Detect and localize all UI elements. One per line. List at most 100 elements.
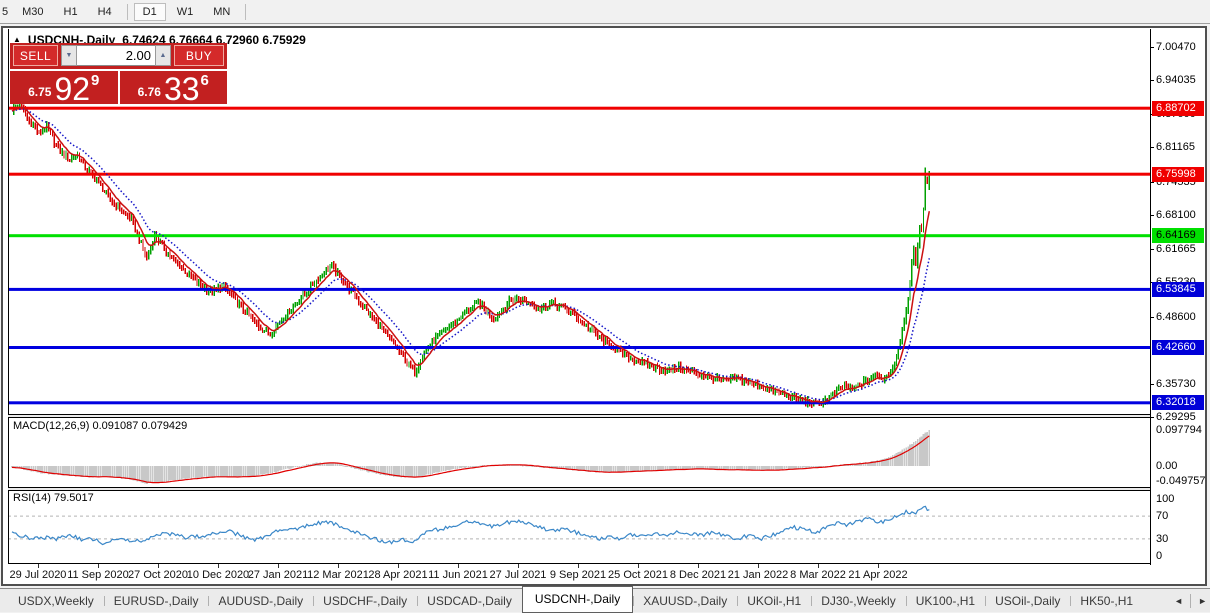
volume-decrease-button[interactable]: ▼: [61, 45, 77, 66]
tab-usdchf-daily[interactable]: USDCHF-,Daily: [313, 591, 417, 611]
sell-price-pips: 92: [54, 76, 90, 102]
price-axis-tickmark: [1150, 215, 1154, 216]
price-axis-tick-label: 6.35730: [1156, 377, 1196, 391]
price-axis-line: [1150, 29, 1151, 565]
rsi-axis-0: 0: [1156, 549, 1162, 563]
tab-scroll-separator: [1190, 594, 1191, 608]
tab-eurusd-daily[interactable]: EURUSD-,Daily: [104, 591, 209, 611]
date-axis-tickmark: [518, 564, 519, 568]
buy-price-pips: 33: [164, 76, 200, 102]
price-axis-tickmark: [1150, 384, 1154, 385]
trade-controls-row: SELL ▼ ▲ BUY: [13, 45, 224, 66]
price-axis-tickmark: [1150, 249, 1154, 250]
date-axis-label: 21 Apr 2022: [836, 569, 920, 581]
chart-tab-bar: USDX,WeeklyEURUSD-,DailyAUDUSD-,DailyUSD…: [0, 588, 1210, 612]
chart-canvas[interactable]: [8, 29, 1150, 565]
tab-uk100-h1[interactable]: UK100-,H1: [906, 591, 985, 611]
date-axis-tickmark: [338, 564, 339, 568]
date-axis-tickmark: [578, 564, 579, 568]
price-axis-tickmark: [1150, 80, 1154, 81]
tab-scroll-left-icon[interactable]: ◄: [1174, 596, 1183, 606]
toolbar-item-w1[interactable]: W1: [168, 3, 203, 21]
date-axis-tickmark: [278, 564, 279, 568]
rsi-panel-top-line: [8, 490, 1150, 491]
price-axis-tickmark: [1150, 47, 1154, 48]
rsi-axis-30: 30: [1156, 532, 1168, 546]
date-axis-tickmark: [698, 564, 699, 568]
tab-hk50-h1[interactable]: HK50-,H1: [1070, 591, 1143, 611]
rsi-panel-bottom-line: [8, 563, 1150, 564]
price-axis-tick-label: 6.94035: [1156, 73, 1196, 87]
price-axis-tickmark: [1150, 417, 1154, 418]
toolbar-item-5[interactable]: 5: [1, 3, 11, 21]
date-axis-tickmark: [38, 564, 39, 568]
tab-usdcad-daily[interactable]: USDCAD-,Daily: [417, 591, 522, 611]
toolbar-item-mn[interactable]: MN: [204, 3, 239, 21]
volume-increase-button[interactable]: ▲: [155, 45, 171, 66]
price-axis-tick-label: 6.48600: [1156, 310, 1196, 324]
toolbar-item-d1[interactable]: D1: [134, 3, 166, 21]
date-axis-tickmark: [458, 564, 459, 568]
buy-price-base: 6.76: [138, 85, 161, 99]
toolbar-separator: [127, 4, 128, 20]
price-level-badge: 6.42660: [1152, 340, 1204, 355]
volume-input[interactable]: [77, 45, 155, 66]
price-axis-tickmark: [1150, 317, 1154, 318]
date-axis-tickmark: [98, 564, 99, 568]
timeframe-toolbar: 5M30H1H4 D1W1MN: [0, 0, 1210, 24]
buy-price-point: 6: [201, 72, 209, 89]
chevron-down-icon: ▼: [66, 52, 73, 59]
macd-panel-top-line: [8, 417, 1150, 418]
price-level-badge: 6.53845: [1152, 282, 1204, 297]
mt4-app: 5M30H1H4D1W1MN ▲ USDCNH-,Daily 6.74624 6…: [0, 0, 1210, 612]
toolbar-item-h1[interactable]: H1: [55, 3, 87, 21]
price-level-badge: 6.88702: [1152, 101, 1204, 116]
plot-left-frame: [8, 29, 9, 564]
rsi-label: RSI(14) 79.5017: [13, 492, 94, 504]
sell-price-point: 9: [91, 72, 99, 89]
price-axis-tick-label: 7.00470: [1156, 40, 1196, 54]
date-axis-tickmark: [878, 564, 879, 568]
sell-button[interactable]: SELL: [13, 45, 58, 66]
macd-axis-max: 0.097794: [1156, 423, 1202, 437]
toolbar-item-h4[interactable]: H4: [89, 3, 121, 21]
tab-ukoil-h1[interactable]: UKOil-,H1: [737, 591, 811, 611]
price-level-badge: 6.75998: [1152, 167, 1204, 182]
price-axis-tickmark: [1150, 182, 1154, 183]
price-axis-tick-label: 6.81165: [1156, 140, 1195, 154]
price-level-badge: 6.32018: [1152, 395, 1204, 410]
date-axis-tickmark: [398, 564, 399, 568]
date-axis-tickmark: [638, 564, 639, 568]
one-click-trading-panel: SELL ▼ ▲ BUY 6.75 92 9 6.76 33 6: [10, 43, 227, 104]
tab-dj30-weekly[interactable]: DJ30-,Weekly: [811, 591, 905, 611]
chevron-up-icon: ▲: [160, 52, 167, 59]
tab-scroll-controls: ◄►: [1174, 589, 1207, 613]
rsi-axis-100: 100: [1156, 492, 1174, 506]
macd-label: MACD(12,26,9) 0.091087 0.079429: [13, 420, 187, 432]
toolbar-item-m30[interactable]: M30: [13, 3, 52, 21]
tab-usdcnh-daily[interactable]: USDCNH-,Daily: [522, 586, 633, 613]
price-level-badge: 6.64169: [1152, 228, 1204, 243]
sell-price-base: 6.75: [28, 85, 51, 99]
price-axis-tick-label: 6.61665: [1156, 242, 1196, 256]
date-axis-tickmark: [218, 564, 219, 568]
date-axis-tickmark: [158, 564, 159, 568]
tab-usdx-weekly[interactable]: USDX,Weekly: [8, 591, 104, 611]
price-axis-tick-label: 6.29295: [1156, 410, 1196, 424]
date-axis-tickmark: [758, 564, 759, 568]
macd-axis-min: -0.049757: [1156, 474, 1206, 488]
tab-usoil-daily[interactable]: USOil-,Daily: [985, 591, 1070, 611]
buy-button[interactable]: BUY: [174, 45, 224, 66]
price-axis-tickmark: [1150, 147, 1154, 148]
trade-prices-row: 6.75 92 9 6.76 33 6: [10, 69, 227, 104]
rsi-axis-70: 70: [1156, 509, 1168, 523]
date-axis-tickmark: [818, 564, 819, 568]
toolbar-separator: [245, 4, 246, 20]
sell-price[interactable]: 6.75 92 9: [10, 71, 120, 104]
price-axis-tick-label: 6.68100: [1156, 208, 1196, 222]
tab-audusd-daily[interactable]: AUDUSD-,Daily: [208, 591, 313, 611]
macd-axis-zero: 0.00: [1156, 459, 1177, 473]
tab-xauusd-daily[interactable]: XAUUSD-,Daily: [633, 591, 737, 611]
tab-scroll-right-icon[interactable]: ►: [1198, 596, 1207, 606]
buy-price[interactable]: 6.76 33 6: [120, 71, 228, 104]
